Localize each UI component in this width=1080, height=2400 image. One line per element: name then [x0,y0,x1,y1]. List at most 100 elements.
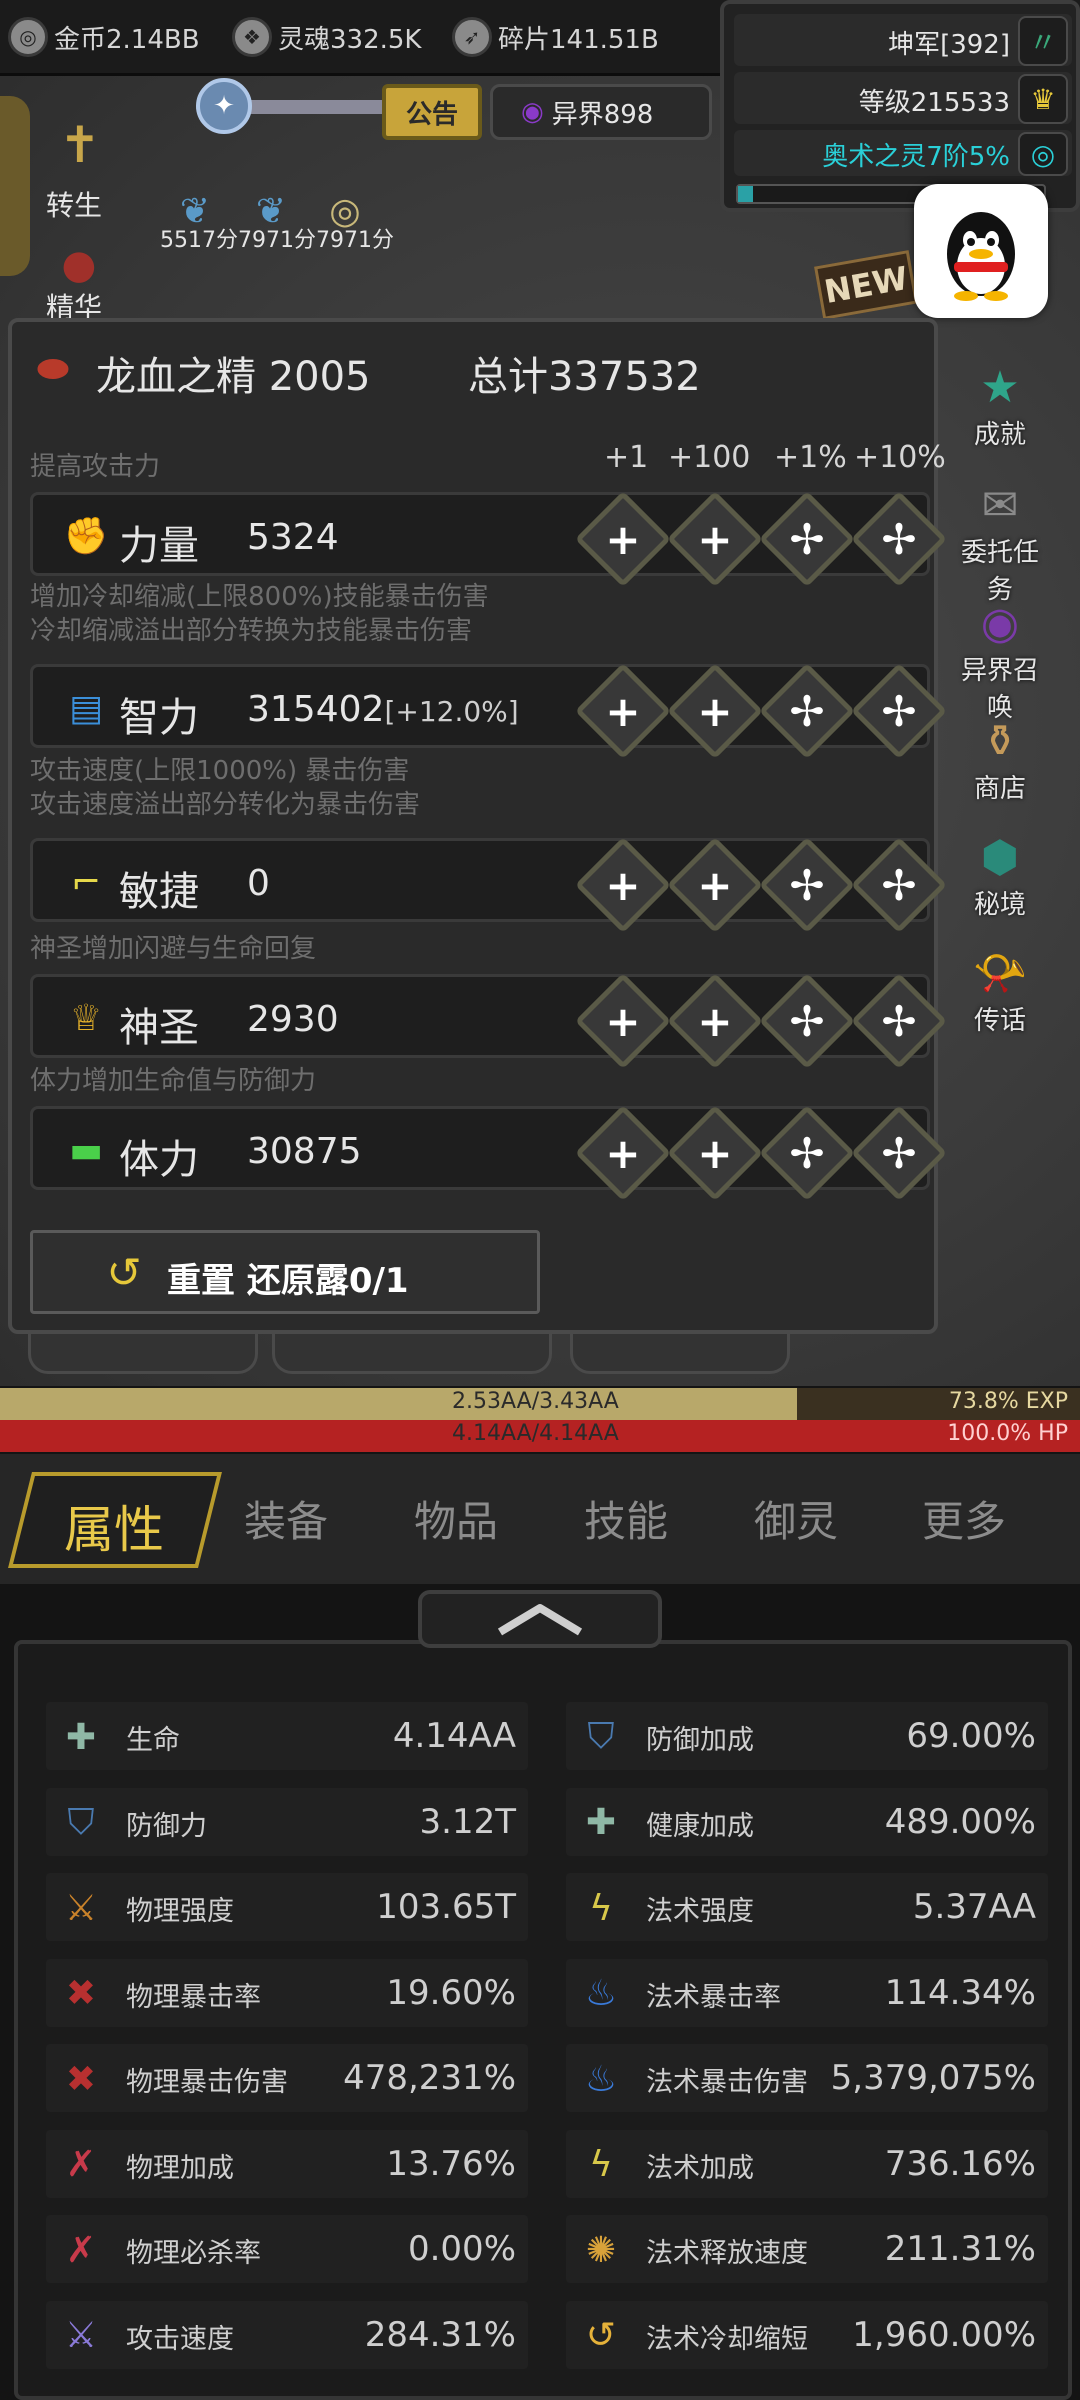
stat-value-wrap: 5324 [247,517,339,558]
gold-currency: ◎ 金币2.14BB [8,12,200,62]
stat-row: ⌐ 敏捷 0 + + ✢ ✢ [30,836,948,934]
message-button[interactable]: 📯 传话 [950,938,1050,1037]
plus-1-percent-button[interactable]: ✢ [758,972,856,1070]
plus-icon: + [605,1128,641,1178]
plus-100-button[interactable]: + [666,490,764,588]
otherworld-summon-button[interactable]: ◉ 异界召唤 [950,588,1050,724]
attribute-value: 736.16% [884,2143,1036,2184]
attribute-value: 478,231% [343,2058,516,2098]
increment-header: +10% [854,440,946,475]
essence-button[interactable]: ● 精华 [30,240,130,324]
attribute-cell: ⚔ 物理强度 103.65T [46,1873,528,1941]
plus-1-percent-button[interactable]: ✢ [758,490,856,588]
reset-button[interactable]: ↺ 重置 还原露0/1 [30,1230,540,1314]
crown-icon: ♛ [1018,74,1068,124]
plus-1-percent-button[interactable]: ✢ [758,1104,856,1202]
tab-attributes[interactable]: 属性 [64,1490,164,1562]
attribute-cell: ✺ 法术释放速度 211.31% [566,2215,1048,2283]
penguin-icon [947,212,1015,301]
stat-value: 315402 [247,689,385,730]
plus-1-button[interactable]: + [574,490,672,588]
tab-more[interactable]: 更多 [922,1488,1006,1549]
sword-icon: ✗ [65,2229,97,2271]
tab-skills[interactable]: 技能 [584,1488,668,1549]
plus-1-button[interactable]: + [574,972,672,1070]
plus-10-percent-button[interactable]: ✢ [850,972,948,1070]
secret-realm-button[interactable]: ⬢ 秘境 [950,822,1050,921]
stat-description: 神圣增加闪避与生命回复 [30,934,317,964]
plus-100-button[interactable]: + [666,1104,764,1202]
plus-1-percent-button[interactable]: ✢ [758,662,856,760]
undo-icon: ↺ [106,1247,142,1297]
plus-10-percent-button[interactable]: ✢ [850,490,948,588]
plus-icon: ✢ [881,1128,917,1178]
plus-icon: + [605,996,641,1046]
main-tabs: 属性 装备 物品 技能 御灵 更多 [0,1454,1080,1584]
attribute-cell: ✚ 健康加成 489.00% [566,1787,1048,1856]
attribute-cell: ✖ 物理暴击伤害 478,231% [46,2044,528,2112]
plus-100-button[interactable]: + [666,972,764,1070]
hp-text: 4.14AA/4.14AA [452,1421,619,1446]
side-menu-label: 传话 [973,1006,1026,1036]
plus-10-percent-button[interactable]: ✢ [850,1104,948,1202]
plus-1-percent-button[interactable]: ✢ [758,836,856,934]
attribute-cell: ϟ 法术加成 736.16% [566,2129,1048,2198]
plus-100-button[interactable]: + [666,836,764,934]
stat-value-wrap: 315402[+12.0%] [247,689,519,730]
commission-quests-button[interactable]: ✉ 委托任务 [950,470,1050,606]
plus-icon: + [697,860,733,910]
shield-icon: ⛉ [67,1801,95,1843]
horn-icon: 📯 [972,948,1028,999]
otherworld-button[interactable]: ◉ 异界898 [490,84,712,140]
player-name-row[interactable]: 坤军[392] 〃 [734,14,1072,66]
chevron-up-icon [497,1604,583,1636]
increment-header: +1% [774,440,847,475]
plus-1-button[interactable]: + [574,836,672,934]
plus-1-button[interactable]: + [574,1104,672,1202]
bolt-icon: ϟ [589,2144,613,2185]
otherworld-label: 异界898 [551,99,654,130]
dialog-header: ⬬ 龙血之精 2005 总计337532 [28,332,928,402]
qq-float-button[interactable] [914,184,1048,318]
left-edge-tab[interactable] [0,96,30,276]
trophy-icon: ♕ [69,997,103,1039]
scores-text: 5517分7971分7971分 [160,228,394,253]
plus-100-button[interactable]: + [666,662,764,760]
plus-1-button[interactable]: + [574,662,672,760]
plus-10-percent-button[interactable]: ✢ [850,836,948,934]
attribute-name: 物理加成 [126,2152,234,2184]
attribute-name: 法术强度 [646,1896,754,1927]
attribute-value: 19.60% [386,1972,516,2013]
exp-percent: 73.8% EXP [948,1389,1068,1414]
tab-equipment[interactable]: 装备 [244,1488,328,1549]
exp-fill [0,1388,798,1420]
cooldown-icon: ↺ [585,2315,617,2356]
attribute-name: 物理必杀率 [126,2238,261,2269]
stat-description: 体力增加生命值与防御力 [30,1066,317,1096]
tab-spirits[interactable]: 御灵 [754,1488,838,1549]
player-level: 等级215533 [858,88,1010,118]
plus-icon: ✢ [881,514,917,564]
attribute-cell: ♨ 法术暴击伤害 5,379,075% [566,2044,1048,2112]
player-name: 坤军[392] [888,30,1010,60]
plus-10-percent-button[interactable]: ✢ [850,662,948,760]
attribute-cell: ✗ 物理加成 13.76% [46,2129,528,2198]
notice-button[interactable]: 公告 [382,84,482,140]
cross-icon: ✚ [585,1802,617,1843]
next-floor-button[interactable] [570,1334,790,1374]
collapse-button[interactable] [418,1590,662,1648]
stat-name: 体力 [119,1137,199,1183]
spirit-row[interactable]: 奥术之灵7阶5% ◎ [734,130,1072,176]
auto-skip-button[interactable] [272,1334,552,1374]
shard-label: 碎片141.51B [498,24,659,55]
plus-icon: + [605,860,641,910]
soul-currency: ❖ 灵魂332.5K [232,12,421,62]
rebirth-button[interactable]: ✝ 转生 [30,110,130,240]
achievements-button[interactable]: ★ 成就 [950,352,1050,451]
stat-row: ▬ 体力 30875 + + ✢ ✢ [30,1104,948,1202]
attribute-name: 防御加成 [646,1725,754,1756]
prev-floor-button[interactable] [28,1334,258,1374]
attribute-name: 健康加成 [646,1810,754,1842]
tab-items[interactable]: 物品 [414,1488,498,1549]
shop-button[interactable]: ⚱ 商店 [950,706,1050,805]
